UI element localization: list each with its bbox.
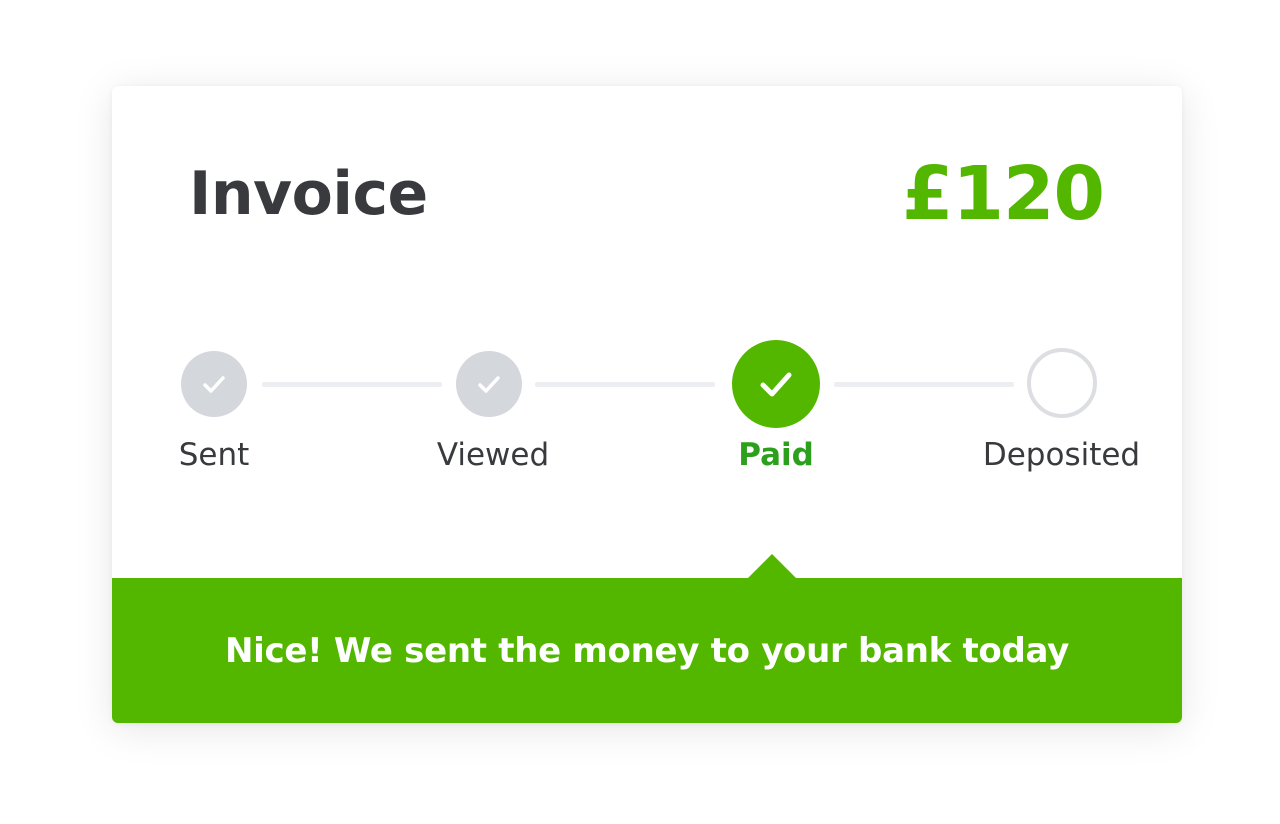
step-label-deposited: Deposited [982,437,1141,473]
step-paid-node [732,340,820,428]
invoice-amount: £120 [902,151,1105,237]
step-label-paid: Paid [738,437,814,473]
progress-connector [535,382,715,387]
step-label-sent: Sent [178,437,250,473]
check-icon [478,376,500,393]
check-icon [203,376,225,393]
banner-pointer [746,554,798,580]
check-icon [760,372,792,397]
step-label-viewed: Viewed [436,437,550,473]
invoice-title: Invoice [189,159,428,229]
progress-connector [834,382,1014,387]
invoice-status-card: Invoice £120 Sent Viewed Paid Deposited … [112,86,1182,723]
progress-connector [262,382,442,387]
step-viewed-node [456,351,522,417]
step-sent-node [181,351,247,417]
banner-message: Nice! We sent the money to your bank tod… [225,630,1069,671]
status-banner: Nice! We sent the money to your bank tod… [112,578,1182,723]
step-deposited-node [1027,348,1097,418]
